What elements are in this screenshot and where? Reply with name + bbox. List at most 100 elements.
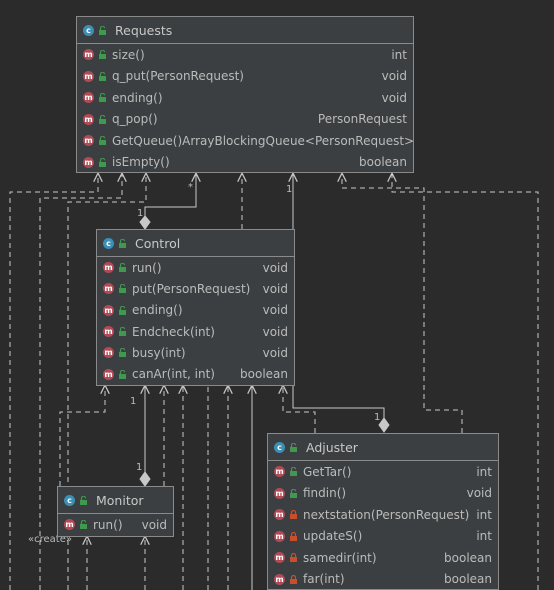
- method-badge-icon: m: [103, 304, 114, 316]
- method-row[interactable]: m far(int) boolean: [268, 569, 498, 590]
- method-return-type: ArrayBlockingQueue<PersonRequest>: [182, 133, 415, 148]
- method-row[interactable]: m GetQueue() ArrayBlockingQueue<PersonRequ…: [77, 130, 415, 152]
- composition-diamond-adjuster: [378, 417, 390, 433]
- method-row[interactable]: m ending() void: [97, 300, 294, 321]
- method-row[interactable]: m q_pop() PersonRequest: [77, 109, 413, 131]
- method-row[interactable]: m nextstation(PersonRequest) int: [268, 504, 498, 526]
- method-name: samedir(int): [303, 550, 377, 565]
- method-row[interactable]: m findin() void: [268, 483, 498, 505]
- method-return-type: boolean: [444, 572, 492, 587]
- class-badge-icon: c: [64, 494, 75, 506]
- method-badge-icon: m: [274, 487, 285, 499]
- method-badge-icon: m: [274, 552, 285, 564]
- class-adjuster[interactable]: c Adjuster m GetTar() int m findin() void m nex…: [267, 433, 499, 590]
- lock-icon: [289, 553, 298, 563]
- method-row[interactable]: m samedir(int) boolean: [268, 547, 498, 569]
- dependency-line-control-7: [283, 386, 316, 433]
- method-row[interactable]: m Endcheck(int) void: [97, 321, 294, 342]
- class-control[interactable]: c Control m run() void m put(PersonRequest) v…: [96, 229, 295, 386]
- unlock-icon: [118, 305, 127, 315]
- method-name: updateS(): [303, 529, 363, 544]
- method-row[interactable]: m canAr(int, int) boolean: [97, 363, 294, 384]
- method-name: run(): [132, 260, 162, 275]
- method-badge-icon: m: [274, 509, 285, 521]
- method-name: q_pop(): [112, 112, 158, 127]
- unlock-icon: [289, 488, 298, 498]
- class-header-monitor: c Monitor: [58, 487, 173, 514]
- method-name: put(PersonRequest): [132, 281, 251, 296]
- method-name: ending(): [112, 90, 163, 105]
- method-badge-icon: m: [83, 92, 94, 104]
- method-badge-icon: m: [103, 347, 114, 359]
- method-name: nextstation(PersonRequest): [303, 507, 470, 522]
- method-badge-icon: m: [103, 262, 114, 274]
- class-name: Control: [135, 235, 181, 251]
- unlock-icon: [79, 520, 88, 529]
- method-return-type: void: [262, 303, 288, 318]
- method-name: isEmpty(): [112, 155, 170, 170]
- method-name: GetQueue(): [112, 133, 183, 148]
- dependency-line-control-1: [59, 386, 105, 486]
- unlock-icon: [289, 442, 298, 452]
- method-name: size(): [112, 47, 145, 62]
- class-badge-icon: c: [83, 24, 94, 36]
- method-return-type: void: [262, 324, 288, 339]
- method-row[interactable]: m size() int: [77, 44, 413, 66]
- method-row[interactable]: m put(PersonRequest) void: [97, 278, 294, 299]
- unlock-icon: [98, 71, 107, 81]
- unlock-icon: [98, 50, 107, 60]
- method-name: far(int): [303, 572, 345, 587]
- method-name: ending(): [132, 303, 183, 318]
- method-badge-icon: m: [83, 70, 94, 82]
- class-requests[interactable]: c Requests m size() int m q_put(PersonReques…: [76, 16, 414, 173]
- composition-line-requests-control: [144, 174, 197, 216]
- multiplicity-control-monitor-target: 1: [130, 396, 137, 407]
- method-name: q_put(PersonRequest): [112, 69, 244, 84]
- method-return-type: PersonRequest: [317, 112, 407, 127]
- method-return-type: void: [466, 486, 492, 501]
- unlock-icon: [118, 284, 127, 294]
- class-name: Adjuster: [306, 439, 358, 455]
- method-row[interactable]: m ending() void: [77, 87, 413, 109]
- unlock-icon: [98, 114, 107, 124]
- method-row[interactable]: m run() void: [58, 514, 173, 535]
- method-badge-icon: m: [83, 113, 94, 125]
- method-row[interactable]: m updateS() int: [268, 526, 498, 548]
- method-row[interactable]: m busy(int) void: [97, 342, 294, 363]
- method-return-type: void: [141, 517, 167, 532]
- method-badge-icon: m: [103, 283, 114, 295]
- method-return-type: void: [262, 345, 288, 360]
- unlock-icon: [98, 93, 107, 103]
- class-name: Monitor: [96, 492, 144, 508]
- class-header-adjuster: c Adjuster: [268, 434, 498, 461]
- dependency-line-requests-5: [342, 174, 463, 433]
- method-row[interactable]: m GetTar() int: [268, 461, 498, 483]
- method-return-type: boolean: [359, 155, 407, 170]
- class-badge-icon: c: [274, 441, 285, 453]
- unlock-icon: [79, 495, 88, 505]
- method-return-type: void: [381, 69, 407, 84]
- method-row[interactable]: m run() void: [97, 257, 294, 278]
- method-badge-icon: m: [274, 573, 285, 585]
- unlock-icon: [118, 369, 127, 379]
- unlock-icon: [98, 157, 107, 167]
- method-name: busy(int): [132, 345, 186, 360]
- multiplicity-requests-adjuster-source: 1: [374, 412, 381, 423]
- composition-line-requests-adjuster: [292, 174, 385, 418]
- method-row[interactable]: m isEmpty() boolean: [77, 152, 413, 174]
- class-badge-icon: c: [103, 237, 114, 249]
- method-name: canAr(int, int): [132, 367, 215, 382]
- method-return-type: int: [476, 529, 492, 544]
- method-name: Endcheck(int): [132, 324, 215, 339]
- unlock-icon: [118, 327, 127, 337]
- method-row[interactable]: m q_put(PersonRequest) void: [77, 66, 413, 88]
- multiplicity-requests-control-target: *: [188, 182, 193, 193]
- method-badge-icon: m: [274, 530, 285, 542]
- method-name: run(): [93, 517, 123, 532]
- method-badge-icon: m: [83, 156, 94, 168]
- method-badge-icon: m: [83, 135, 94, 147]
- method-return-type: void: [381, 90, 407, 105]
- class-monitor[interactable]: c Monitor m run() void: [57, 486, 174, 537]
- lock-icon: [289, 510, 298, 520]
- lock-icon: [289, 531, 298, 541]
